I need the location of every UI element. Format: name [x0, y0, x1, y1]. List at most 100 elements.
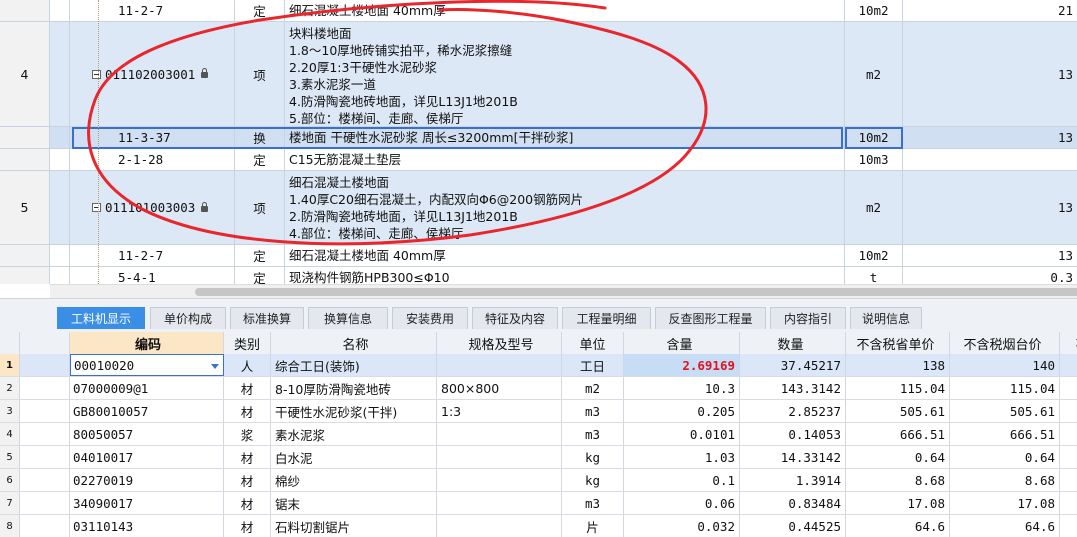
resource-row[interactable]: 5 04010017 材白水泥 kg 1.03 14.33142 0.64 0.64	[0, 446, 1077, 469]
collapse-icon[interactable]	[92, 69, 101, 79]
resource-name[interactable]: 8-10厚防滑陶瓷地砖	[271, 377, 437, 399]
tab-item[interactable]: 内容指引	[770, 307, 846, 329]
tab-item[interactable]: 工程量明细	[562, 307, 651, 329]
horizontal-scrollbar[interactable]	[50, 284, 1077, 299]
resource-content[interactable]: 1.03	[624, 446, 740, 468]
resource-code[interactable]: 80050057	[70, 423, 224, 445]
header-yantai-price[interactable]: 不含税烟台价	[950, 332, 1060, 354]
resource-spec[interactable]	[437, 423, 562, 445]
header-spec[interactable]: 规格及型号	[437, 332, 562, 354]
resource-row[interactable]: 1 00010020 人综合工日(装饰) 工日 2.69169 37.45217 138 14…	[0, 354, 1077, 377]
header-name[interactable]: 名称	[271, 332, 437, 354]
resource-yantai-price[interactable]: 505.61	[950, 400, 1060, 422]
resource-code[interactable]: 00010020	[70, 354, 224, 376]
resource-spec[interactable]: 800×800	[437, 377, 562, 399]
resource-spec[interactable]	[437, 446, 562, 468]
resource-provincial-price[interactable]: 115.04	[846, 377, 950, 399]
row-description[interactable]: 细石混凝土楼地面 1.40厚C20细石混凝土，内配双向Φ6@200钢筋网片 2.防滑…	[285, 171, 845, 244]
resource-name[interactable]: 锯末	[271, 492, 437, 514]
header-unit[interactable]: 单位	[562, 332, 624, 354]
row-code[interactable]: 2-1-28	[70, 149, 235, 170]
resource-code[interactable]: 07000009@1	[70, 377, 224, 399]
resource-yantai-price[interactable]: 140	[950, 354, 1060, 376]
resource-content[interactable]: 0.1	[624, 469, 740, 491]
resource-spec[interactable]	[437, 492, 562, 514]
header-content[interactable]: 含量	[624, 332, 740, 354]
resource-spec[interactable]: 1:3	[437, 400, 562, 422]
row-description[interactable]: 细石混凝土楼地面 40mm厚	[285, 0, 845, 21]
header-code[interactable]: 编码	[70, 332, 224, 354]
row-description[interactable]: 块料楼地面 1.8～10厚地砖铺实拍平，稀水泥浆擦缝 2.20厚1:3干硬性水泥砂浆…	[285, 22, 845, 126]
tab-item[interactable]: 工料机显示	[57, 307, 145, 329]
resource-yantai-price[interactable]: 0.64	[950, 446, 1060, 468]
resource-content[interactable]: 10.3	[624, 377, 740, 399]
resource-yantai-price[interactable]: 17.08	[950, 492, 1060, 514]
tab-item[interactable]: 特征及内容	[472, 307, 558, 329]
resource-spec[interactable]	[437, 469, 562, 491]
quota-row[interactable]: 4 011102003001 项块料楼地面 1.8～10厚地砖铺实拍平，稀水泥浆擦缝 2…	[0, 22, 1077, 127]
resource-name[interactable]: 白水泥	[271, 446, 437, 468]
resource-provincial-price[interactable]: 8.68	[846, 469, 950, 491]
resource-code[interactable]: 34090017	[70, 492, 224, 514]
tab-item[interactable]: 单价构成	[150, 307, 226, 329]
quota-row[interactable]: 2-1-28 定 C15无筋混凝土垫层 10m3	[0, 149, 1077, 171]
resource-row[interactable]: 7 34090017 材锯末 m3 0.06 0.83484 17.08 17.08	[0, 492, 1077, 515]
resource-provincial-price[interactable]: 0.64	[846, 446, 950, 468]
row-code[interactable]: 5-4-1	[70, 267, 235, 284]
resource-yantai-price[interactable]: 666.51	[950, 423, 1060, 445]
tab-item[interactable]: 安装费用	[392, 307, 468, 329]
resource-row[interactable]: 6 02270019 材棉纱 kg 0.1 1.3914 8.68 8.68	[0, 469, 1077, 492]
quota-row[interactable]: 11-2-7 定细石混凝土楼地面 40mm厚 10m2 13	[0, 245, 1077, 267]
resource-name[interactable]: 干硬性水泥砂浆(干拌)	[271, 400, 437, 422]
resource-content[interactable]: 0.032	[624, 515, 740, 537]
row-description[interactable]: C15无筋混凝土垫层	[285, 149, 845, 170]
tab-item[interactable]: 标准换算	[230, 307, 304, 329]
row-code[interactable]: 011102003001	[70, 22, 235, 126]
quota-row[interactable]: 5 011101003003 项细石混凝土楼地面 1.40厚C20细石混凝土，内配双向…	[0, 171, 1077, 245]
quota-row[interactable]: 11-3-37 换楼地面 干硬性水泥砂浆 周长≤3200mm[干拌砂浆] 10m2 1…	[0, 127, 1077, 149]
row-description[interactable]: 现浇构件钢筋HPB300≤Φ10	[285, 267, 845, 284]
quota-row[interactable]: 5-4-1 定现浇构件钢筋HPB300≤Φ10 t 0.3	[0, 267, 1077, 284]
resource-row[interactable]: 3 GB80010057 材干硬性水泥砂浆(干拌) 1:3 m3 0.205 2.85237…	[0, 400, 1077, 423]
resource-provincial-price[interactable]: 505.61	[846, 400, 950, 422]
row-description[interactable]: 细石混凝土楼地面 40mm厚	[285, 245, 845, 266]
tab-item[interactable]: 反查图形工程量	[655, 307, 766, 329]
row-description[interactable]: 楼地面 干硬性水泥砂浆 周长≤3200mm[干拌砂浆]	[285, 127, 845, 148]
collapse-icon[interactable]	[92, 203, 101, 212]
resource-row[interactable]: 8 03110143 材石料切割锯片片 0.032 0.44525 64.6 64.6	[0, 515, 1077, 537]
dropdown-arrow-icon[interactable]	[211, 364, 219, 369]
header-type[interactable]: 类别	[224, 332, 271, 354]
resource-spec[interactable]	[437, 354, 562, 376]
resource-yantai-price[interactable]: 8.68	[950, 469, 1060, 491]
resource-code[interactable]: 02270019	[70, 469, 224, 491]
scrollbar-thumb[interactable]	[195, 288, 1077, 296]
row-code[interactable]: 11-2-7	[70, 0, 235, 21]
header-quantity[interactable]: 数量	[740, 332, 846, 354]
resource-content[interactable]: 2.69169	[624, 354, 740, 376]
tab-item[interactable]: 换算信息	[308, 307, 388, 329]
resource-name[interactable]: 石料切割锯片	[271, 515, 437, 537]
resource-provincial-price[interactable]: 138	[846, 354, 950, 376]
resource-name[interactable]: 棉纱	[271, 469, 437, 491]
resource-content[interactable]: 0.0101	[624, 423, 740, 445]
resource-code[interactable]: 04010017	[70, 446, 224, 468]
resource-code[interactable]: GB80010057	[70, 400, 224, 422]
resource-yantai-price[interactable]: 115.04	[950, 377, 1060, 399]
resource-row[interactable]: 4 80050057 浆素水泥浆 m3 0.0101 0.14053 666.51 666.5…	[0, 423, 1077, 446]
resource-provincial-price[interactable]: 17.08	[846, 492, 950, 514]
row-code[interactable]: 11-2-7	[70, 245, 235, 266]
header-next-column[interactable]: 不	[1060, 332, 1077, 354]
resource-content[interactable]: 0.06	[624, 492, 740, 514]
resource-content[interactable]: 0.205	[624, 400, 740, 422]
quota-row[interactable]: 11-2-7 定细石混凝土楼地面 40mm厚 10m2 21	[0, 0, 1077, 22]
header-provincial-price[interactable]: 不含税省单价	[846, 332, 950, 354]
resource-row[interactable]: 2 07000009@1 材 8-10厚防滑陶瓷地砖 800×800 m2 10.3 143.…	[0, 377, 1077, 400]
resource-provincial-price[interactable]: 64.6	[846, 515, 950, 537]
resource-name[interactable]: 综合工日(装饰)	[271, 354, 437, 376]
tab-item[interactable]: 说明信息	[850, 307, 922, 329]
resource-name[interactable]: 素水泥浆	[271, 423, 437, 445]
row-code[interactable]: 11-3-37	[70, 127, 235, 148]
resource-spec[interactable]	[437, 515, 562, 537]
resource-provincial-price[interactable]: 666.51	[846, 423, 950, 445]
row-code[interactable]: 011101003003	[70, 171, 235, 244]
